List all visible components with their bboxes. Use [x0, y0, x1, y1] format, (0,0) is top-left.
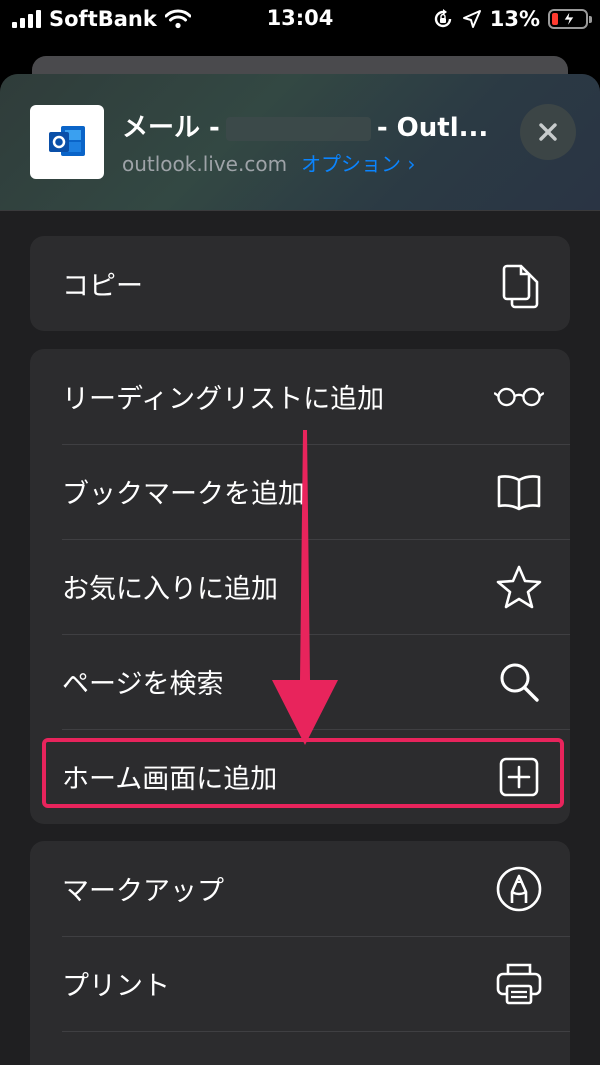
action-partial[interactable] — [30, 1031, 570, 1065]
action-label: ブックマークを追加 — [62, 479, 305, 510]
partial-icon — [494, 1061, 544, 1065]
search-icon — [494, 657, 544, 707]
action-add-to-home-screen[interactable]: ホーム画面に追加 — [30, 729, 570, 824]
action-add-bookmark[interactable]: ブックマークを追加 — [30, 444, 570, 539]
status-right: 13% — [432, 6, 592, 32]
action-print[interactable]: プリント — [30, 936, 570, 1031]
page-url-text: outlook.live.com — [122, 152, 288, 176]
action-label: コピー — [62, 271, 143, 302]
page-url: outlook.live.com オプション › — [122, 148, 415, 177]
markup-icon — [494, 864, 544, 914]
redacted-text — [225, 116, 371, 141]
action-label: ホーム画面に追加 — [62, 764, 278, 795]
action-find-on-page[interactable]: ページを検索 — [30, 634, 570, 729]
orientation-lock-icon — [434, 9, 451, 28]
action-label: ページを検索 — [62, 669, 224, 700]
action-markup[interactable]: マークアップ — [30, 841, 570, 936]
action-group-2: リーディングリストに追加 ブックマークを追加 お気に入りに追加 ページを検索 ホ… — [30, 349, 570, 824]
book-icon — [494, 467, 544, 517]
glasses-icon — [494, 372, 544, 422]
status-bar: SoftBank 13:04 13% — [0, 0, 600, 40]
share-sheet-header: メール - - Outl... outlook.live.com オプション › — [0, 74, 600, 211]
action-label: リーディングリストに追加 — [62, 384, 385, 415]
page-title: メール - - Outl... — [122, 107, 488, 144]
outlook-icon — [30, 105, 104, 179]
battery-percent: 13% — [489, 7, 540, 31]
action-copy[interactable]: コピー — [30, 236, 570, 331]
action-label: お気に入りに追加 — [62, 574, 278, 605]
action-label: プリント — [62, 971, 170, 1002]
options-link[interactable]: オプション › — [301, 152, 415, 176]
printer-icon — [494, 959, 544, 1009]
plus-square-icon — [494, 752, 544, 802]
close-button[interactable] — [520, 104, 576, 160]
page-title-prefix: メール - — [122, 113, 220, 143]
copy-icon — [494, 259, 544, 309]
action-add-reading-list[interactable]: リーディングリストに追加 — [30, 349, 570, 444]
location-arrow-icon — [462, 10, 481, 28]
battery-charging-icon — [548, 9, 592, 29]
close-icon — [539, 123, 557, 141]
page-title-suffix: - Outl... — [376, 113, 489, 143]
action-label: マークアップ — [62, 876, 224, 907]
share-sheet: メール - - Outl... outlook.live.com オプション › コ… — [0, 74, 600, 1065]
action-group-1: コピー — [30, 236, 570, 331]
action-add-favorites[interactable]: お気に入りに追加 — [30, 539, 570, 634]
action-group-3: マークアップ プリント — [30, 841, 570, 1065]
star-icon — [494, 562, 544, 612]
